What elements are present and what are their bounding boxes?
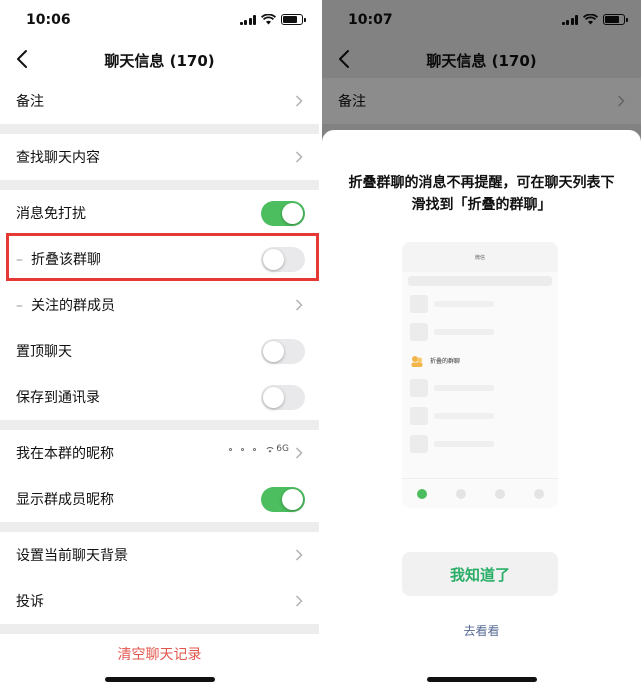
preview-row bbox=[402, 290, 558, 318]
row-save-contacts: 保存到通讯录 bbox=[0, 374, 319, 420]
status-bar: 10:06 bbox=[0, 0, 319, 40]
section-gap bbox=[0, 522, 319, 532]
chevron-right-icon bbox=[295, 549, 303, 561]
fold-group-toggle[interactable] bbox=[261, 247, 305, 272]
sheet-title: 折叠群聊的消息不再提醒，可在聊天列表下滑找到「折叠的群聊」 bbox=[348, 175, 615, 213]
row-fold-group: 折叠该群聊 bbox=[0, 236, 319, 282]
toggle-knob bbox=[282, 489, 303, 510]
preview-search-bar bbox=[408, 276, 552, 286]
chevron-right-icon bbox=[295, 595, 303, 607]
preview-row bbox=[402, 374, 558, 402]
wifi-icon bbox=[261, 14, 276, 25]
chevron-right-icon bbox=[295, 447, 303, 459]
preview-row bbox=[402, 430, 558, 458]
dot-icon bbox=[241, 447, 245, 451]
chevron-right-icon bbox=[295, 151, 303, 163]
fold-group-sheet: 折叠群聊的消息不再提醒，可在聊天列表下滑找到「折叠的群聊」 微信 折叠的群聊 我… bbox=[322, 130, 641, 690]
row-followed-members[interactable]: 关注的群成员 bbox=[0, 282, 319, 328]
left-phone-screen: 10:06 聊天信息 (170) 备注 查找聊天内容 消息免打扰 – 折叠该群聊… bbox=[0, 0, 319, 690]
right-phone-screen: 10:07 聊天信息 (170) 备注 折叠群聊的消息不再提醒，可在聊天列表下滑… bbox=[322, 0, 641, 690]
preview-header: 微信 bbox=[402, 242, 558, 272]
status-icons bbox=[239, 14, 306, 25]
go-look-link[interactable]: 去看看 bbox=[322, 622, 641, 639]
chat-list-preview-image: 微信 折叠的群聊 bbox=[402, 242, 558, 508]
nickname-value: 6G bbox=[229, 444, 289, 454]
battery-icon bbox=[281, 14, 306, 25]
section-gap bbox=[0, 180, 319, 190]
save-contacts-toggle[interactable] bbox=[261, 385, 305, 410]
preview-row bbox=[402, 402, 558, 430]
pin-chat-toggle[interactable] bbox=[261, 339, 305, 364]
discover-tab-icon bbox=[494, 488, 505, 499]
settings-list: 备注 查找聊天内容 消息免打扰 折叠该群聊 关注的群成员 置顶聊天 保存到通讯录 bbox=[0, 78, 319, 634]
row-label: 设置当前聊天背景 bbox=[16, 548, 128, 564]
row-search-history[interactable]: 查找聊天内容 bbox=[0, 134, 319, 180]
folded-group-avatar-icon bbox=[410, 353, 424, 367]
row-label: 关注的群成员 bbox=[16, 295, 319, 315]
row-show-nicknames: 显示群成员昵称 bbox=[0, 476, 319, 522]
me-tab-icon bbox=[533, 488, 544, 499]
preview-tab-bar bbox=[402, 478, 558, 508]
section-gap bbox=[0, 124, 319, 134]
row-label: 投诉 bbox=[16, 594, 44, 610]
wifi-small-icon bbox=[266, 447, 274, 453]
chevron-right-icon bbox=[295, 299, 303, 311]
home-indicator bbox=[426, 677, 537, 682]
toggle-knob bbox=[263, 249, 284, 270]
row-remark[interactable]: 备注 bbox=[0, 78, 319, 124]
row-chat-background[interactable]: 设置当前聊天背景 bbox=[0, 532, 319, 578]
folded-group-label: 折叠的群聊 bbox=[430, 357, 461, 365]
mute-toggle[interactable] bbox=[261, 201, 305, 226]
nickname-text: 6G bbox=[276, 444, 289, 454]
preview-row-folded-group: 折叠的群聊 bbox=[402, 346, 558, 374]
row-complain[interactable]: 投诉 bbox=[0, 578, 319, 624]
clear-history-button[interactable]: 清空聊天记录 bbox=[0, 644, 319, 664]
row-label: 备注 bbox=[16, 94, 44, 110]
signal-icon bbox=[239, 14, 256, 25]
dot-icon bbox=[253, 447, 257, 451]
page-title: 聊天信息 (170) bbox=[104, 52, 215, 70]
row-label: 查找聊天内容 bbox=[16, 150, 100, 166]
section-gap bbox=[0, 624, 319, 634]
row-my-nickname[interactable]: 我在本群的昵称 6G bbox=[0, 430, 319, 476]
status-time: 10:06 bbox=[26, 12, 71, 28]
got-it-button[interactable]: 我知道了 bbox=[402, 552, 558, 596]
section-gap bbox=[0, 420, 319, 430]
toggle-knob bbox=[263, 387, 284, 408]
row-pin-chat: 置顶聊天 bbox=[0, 328, 319, 374]
chats-tab-icon bbox=[416, 488, 427, 499]
contacts-tab-icon bbox=[455, 488, 466, 499]
nav-bar: 聊天信息 (170) bbox=[0, 40, 319, 78]
toggle-knob bbox=[282, 203, 303, 224]
toggle-knob bbox=[263, 341, 284, 362]
home-indicator bbox=[104, 677, 215, 682]
show-nicknames-toggle[interactable] bbox=[261, 487, 305, 512]
preview-row bbox=[402, 318, 558, 346]
dot-icon bbox=[229, 447, 233, 451]
row-mute: 消息免打扰 bbox=[0, 190, 319, 236]
chevron-right-icon bbox=[295, 95, 303, 107]
